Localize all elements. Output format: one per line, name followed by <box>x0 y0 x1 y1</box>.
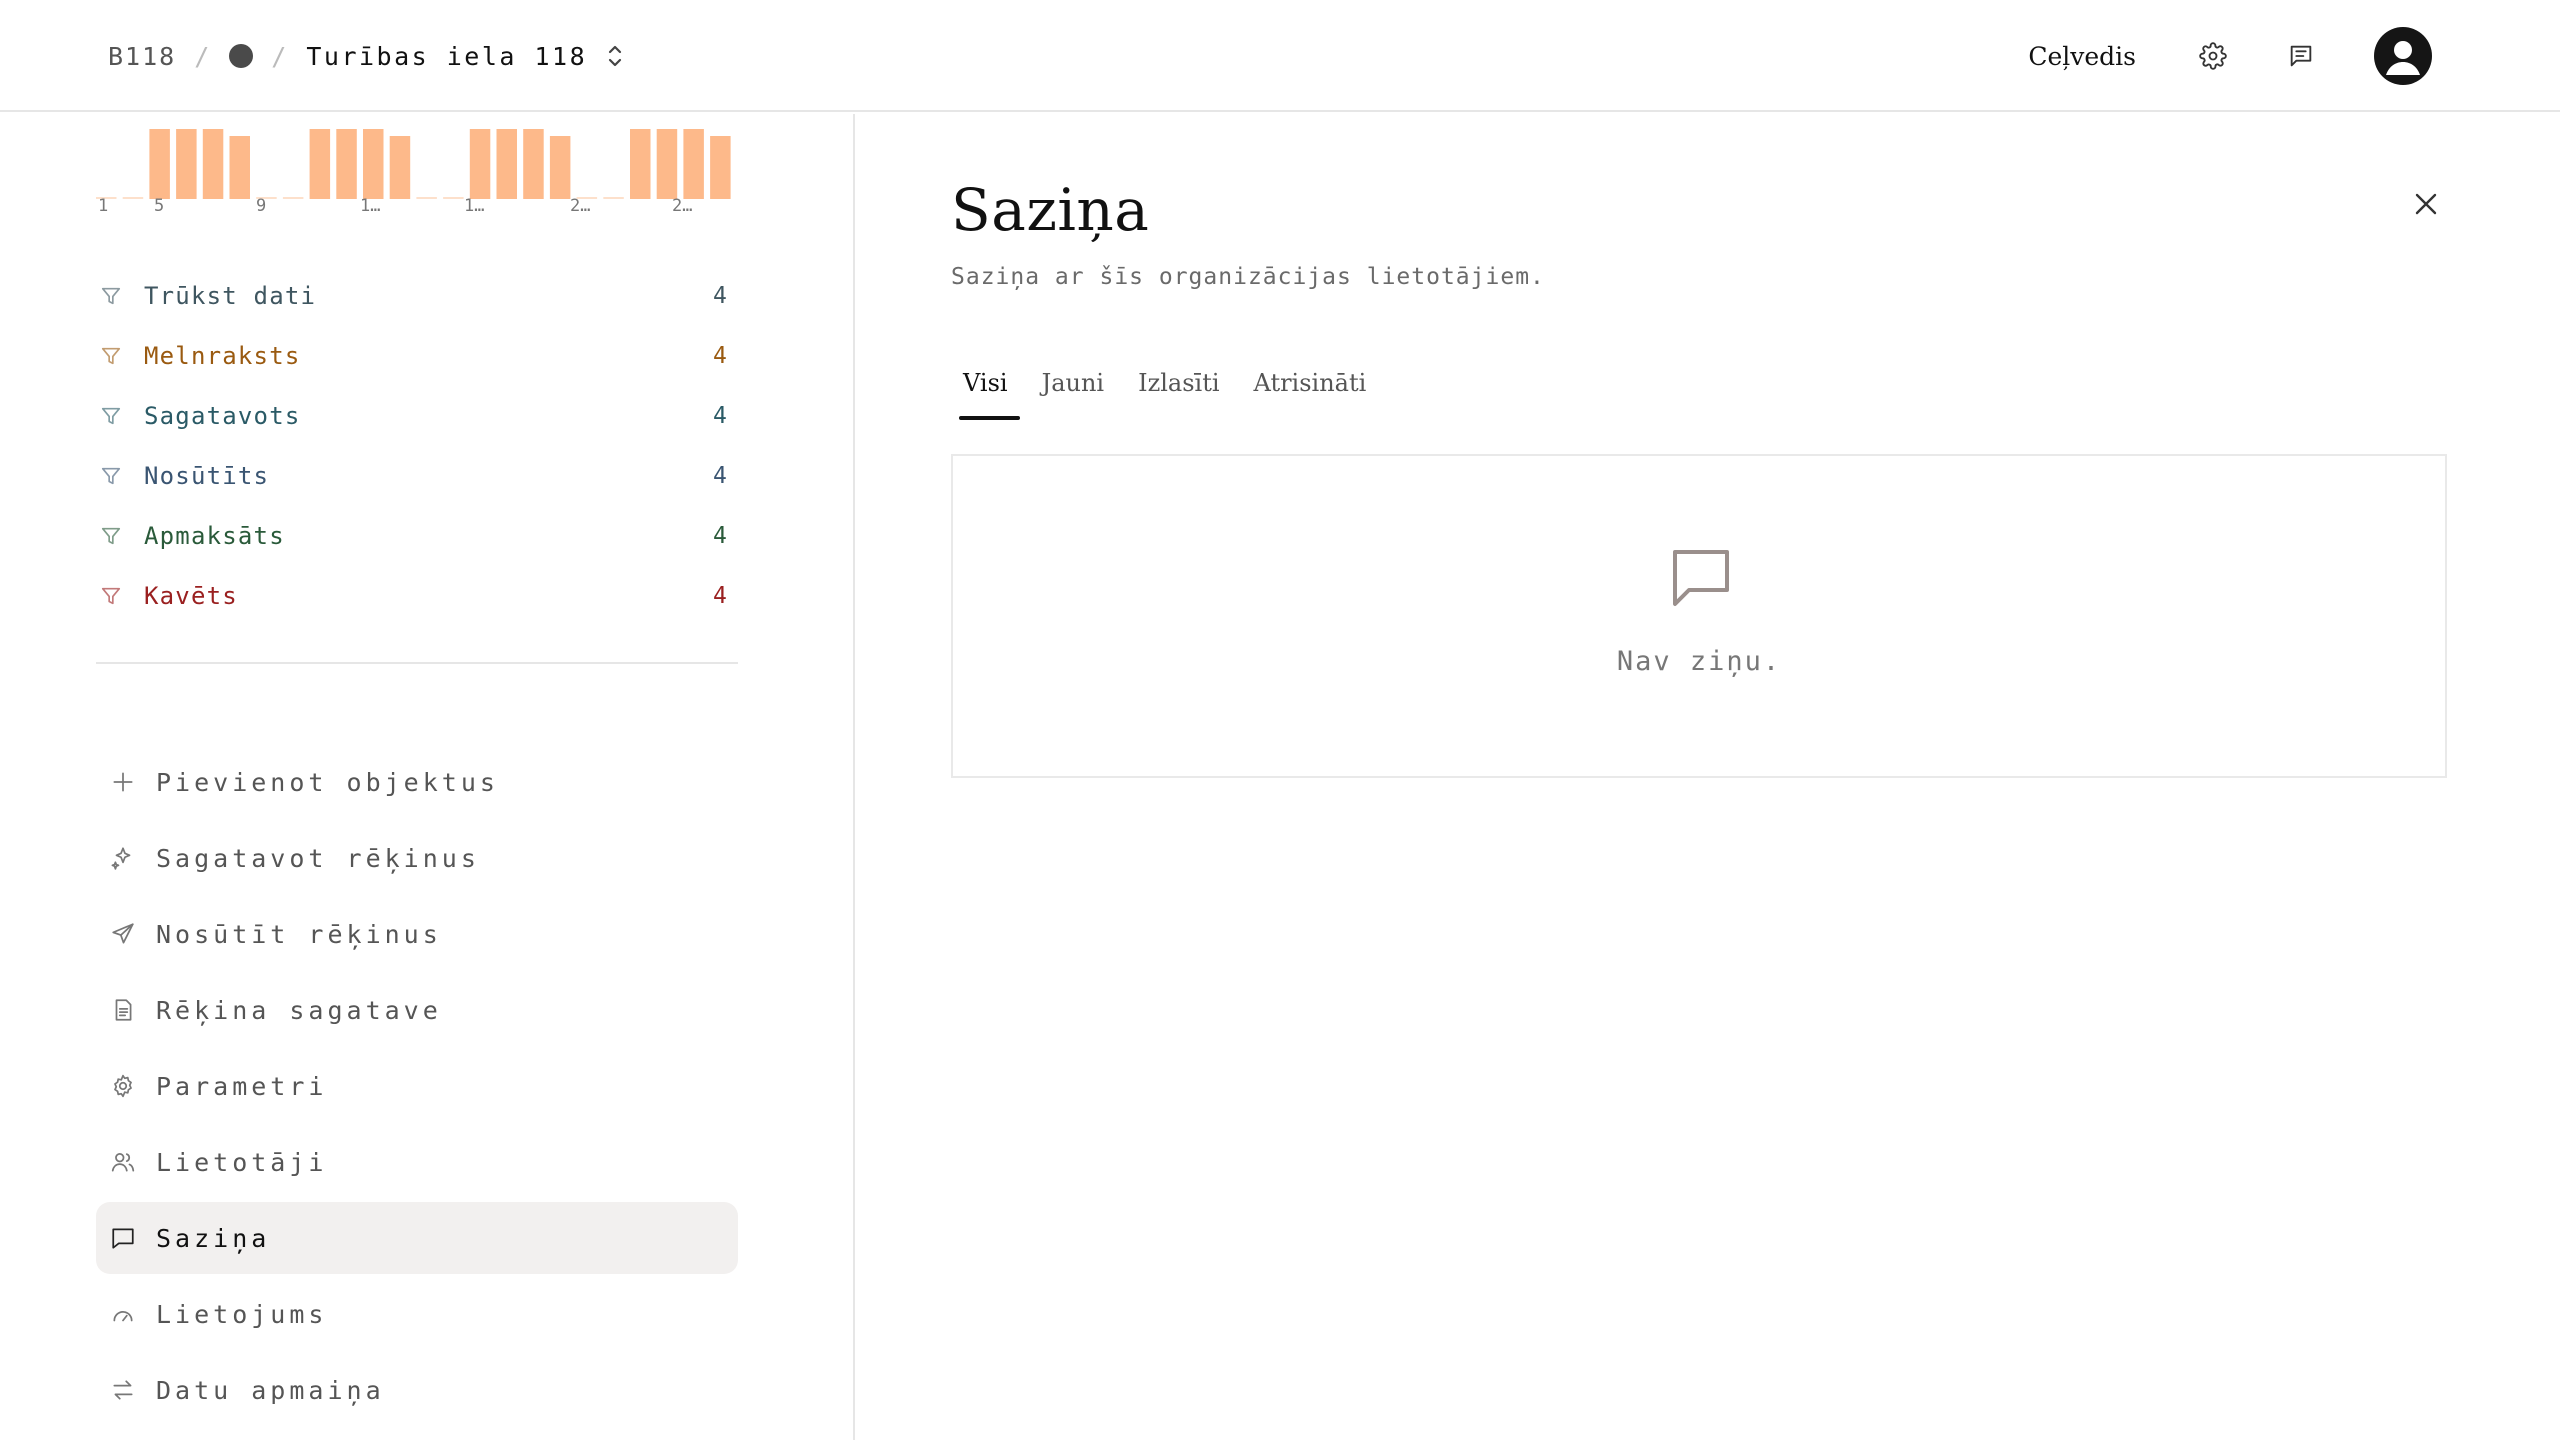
sidebar-item-users[interactable]: Lietotāji <box>96 1126 738 1198</box>
status-filter-list: Trūkst dati 4 Melnraksts 4 Sagatavots 4 Nosūtī… <box>100 266 738 626</box>
breadcrumb-org-code[interactable]: B118 <box>108 42 176 71</box>
org-status-dot-icon <box>229 44 254 68</box>
gear-icon <box>108 1071 138 1101</box>
filter-funnel-icon <box>100 345 132 367</box>
page-title: Saziņa <box>951 176 1150 244</box>
status-filter-item[interactable]: Kavēts 4 <box>100 566 738 626</box>
gauge-icon <box>108 1299 138 1329</box>
filter-funnel-icon <box>100 525 132 547</box>
sidebar-item-document[interactable]: Rēķina sagatave <box>96 974 738 1046</box>
document-icon <box>108 995 138 1025</box>
tab-new[interactable]: Jauni <box>1030 358 1117 408</box>
chat-icon <box>108 1223 138 1253</box>
status-filter-item[interactable]: Sagatavots 4 <box>100 386 738 446</box>
chart-tick-label: 1… <box>360 196 381 216</box>
filter-count: 4 <box>712 403 728 429</box>
sidebar-item-label: Sagatavot rēķinus <box>156 843 480 873</box>
chart-tick-label: 2… <box>672 196 693 216</box>
breadcrumb-separator: / <box>271 41 289 71</box>
breadcrumb-address[interactable]: Turības iela 118 <box>306 42 587 71</box>
sidebar-item-label: Pievienot objektus <box>156 767 499 797</box>
sparkles-icon <box>108 843 138 873</box>
sidebar-item-label: Lietojums <box>156 1299 328 1329</box>
user-avatar[interactable] <box>2374 27 2432 85</box>
filter-funnel-icon <box>100 285 132 307</box>
sidebar-item-label: Nosūtīt rēķinus <box>156 919 442 949</box>
sidebar-item-send[interactable]: Nosūtīt rēķinus <box>96 898 738 970</box>
status-filter-item[interactable]: Trūkst dati 4 <box>100 266 738 326</box>
sidebar-item-plus[interactable]: Pievienot objektus <box>96 746 738 818</box>
messages-icon[interactable] <box>2286 41 2316 71</box>
sidebar-item-sparkles[interactable]: Sagatavot rēķinus <box>96 822 738 894</box>
sidebar-divider <box>96 662 738 664</box>
chart-tick-label: 1… <box>464 196 485 216</box>
sidebar-nav: Pievienot objektus Sagatavot rēķinus Nosūt… <box>96 746 738 1430</box>
filter-count: 4 <box>712 463 728 489</box>
chevron-up-down-icon[interactable] <box>605 43 625 69</box>
filter-label: Sagatavots <box>144 402 301 430</box>
filter-label: Melnraksts <box>144 342 301 370</box>
settings-gear-icon[interactable] <box>2198 41 2228 71</box>
status-filter-item[interactable]: Melnraksts 4 <box>100 326 738 386</box>
filter-label: Trūkst dati <box>144 282 317 310</box>
filter-count: 4 <box>712 283 728 309</box>
tab-all[interactable]: Visi <box>951 358 1020 420</box>
filter-funnel-icon <box>100 405 132 427</box>
filter-funnel-icon <box>100 585 132 607</box>
sidebar-item-chat[interactable]: Saziņa <box>96 1202 738 1274</box>
breadcrumb: B118 / / Turības iela 118 <box>108 36 625 76</box>
filter-count: 4 <box>712 583 728 609</box>
sidebar-item-label: Rēķina sagatave <box>156 995 442 1025</box>
sidebar: 1 5 9 1… 1… 2… 2… Trūkst dati 4 Melnraksts 4 Sagat… <box>0 114 855 1440</box>
messages-empty-state: Nav ziņu. <box>951 454 2447 778</box>
chart-tick-label: 9 <box>256 196 267 216</box>
sidebar-item-label: Datu apmaiņa <box>156 1375 385 1405</box>
message-filter-tabs: Visi Jauni Izlasīti Atrisināti <box>951 358 1388 428</box>
chart-tick-label: 2… <box>570 196 591 216</box>
close-icon[interactable] <box>2408 186 2444 222</box>
chart-tick-label: 5 <box>154 196 165 216</box>
chat-bubble-icon <box>1669 546 1733 610</box>
plus-icon <box>108 767 138 797</box>
arrows-exchange-icon <box>108 1375 138 1405</box>
top-header: B118 / / Turības iela 118 Ceļvedis <box>0 0 2560 112</box>
sidebar-item-arrows-exchange[interactable]: Datu apmaiņa <box>96 1354 738 1426</box>
breadcrumb-separator: / <box>194 41 212 71</box>
filter-label: Apmaksāts <box>144 522 285 550</box>
status-filter-item[interactable]: Apmaksāts 4 <box>100 506 738 566</box>
sidebar-item-label: Parametri <box>156 1071 328 1101</box>
tab-resolved[interactable]: Atrisināti <box>1242 358 1379 408</box>
users-icon <box>108 1147 138 1177</box>
filter-count: 4 <box>712 523 728 549</box>
chart-tick-label: 1 <box>98 196 109 216</box>
status-filter-item[interactable]: Nosūtīts 4 <box>100 446 738 506</box>
empty-state-text: Nav ziņu. <box>1616 646 1782 677</box>
tab-read[interactable]: Izlasīti <box>1126 358 1231 408</box>
filter-count: 4 <box>712 343 728 369</box>
filter-funnel-icon <box>100 465 132 487</box>
sidebar-item-label: Saziņa <box>156 1223 271 1253</box>
filter-label: Nosūtīts <box>144 462 270 490</box>
guide-link[interactable]: Ceļvedis <box>2028 42 2136 71</box>
chart-tick-labels: 1 5 9 1… 1… 2… 2… <box>96 188 738 218</box>
sidebar-item-gauge[interactable]: Lietojums <box>96 1278 738 1350</box>
communication-panel: Saziņa Saziņa ar šīs organizācijas lieto… <box>857 114 2560 1440</box>
page-subtitle: Saziņa ar šīs organizācijas lietotājiem. <box>951 264 1545 290</box>
sidebar-item-gear[interactable]: Parametri <box>96 1050 738 1122</box>
sidebar-item-label: Lietotāji <box>156 1147 328 1177</box>
filter-label: Kavēts <box>144 582 238 610</box>
send-icon <box>108 919 138 949</box>
